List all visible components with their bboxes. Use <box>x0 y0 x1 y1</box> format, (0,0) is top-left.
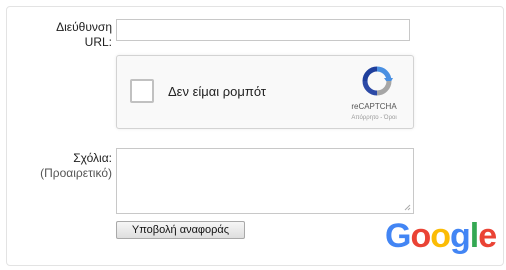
google-logo: Google <box>385 216 497 256</box>
url-label-line2: URL: <box>84 35 112 49</box>
comments-label-title: Σχόλια: <box>73 151 112 165</box>
recaptcha-terms[interactable]: Απόρρητο - Όροι <box>333 115 415 121</box>
comments-label: Σχόλια: (Προαιρετικό) <box>12 151 112 181</box>
google-logo-letter: o <box>430 217 451 255</box>
recaptcha-widget: Δεν είμαι ρομπότ reCAPTCHA Απόρρητο - Όρ… <box>116 55 414 129</box>
comments-textarea[interactable] <box>116 148 414 214</box>
submit-report-button[interactable]: Υποβολή αναφοράς <box>116 221 245 239</box>
recaptcha-checkbox-label: Δεν είμαι ρομπότ <box>168 84 267 99</box>
resize-grip-icon[interactable] <box>404 204 411 211</box>
google-logo-letter: g <box>450 217 471 255</box>
comments-label-optional: (Προαιρετικό) <box>40 166 112 180</box>
recaptcha-brand: reCAPTCHA <box>351 102 397 111</box>
google-logo-letter: G <box>385 217 411 255</box>
url-label-line1: Διεύθυνση <box>56 20 112 34</box>
recaptcha-checkbox[interactable] <box>130 79 154 103</box>
google-logo-letter: e <box>478 217 497 255</box>
recaptcha-logo-icon <box>362 66 393 96</box>
url-input[interactable] <box>116 19 410 41</box>
google-logo-letter: l <box>469 217 480 255</box>
google-logo-letter: o <box>410 217 431 255</box>
url-label: Διεύθυνση URL: <box>12 20 112 50</box>
